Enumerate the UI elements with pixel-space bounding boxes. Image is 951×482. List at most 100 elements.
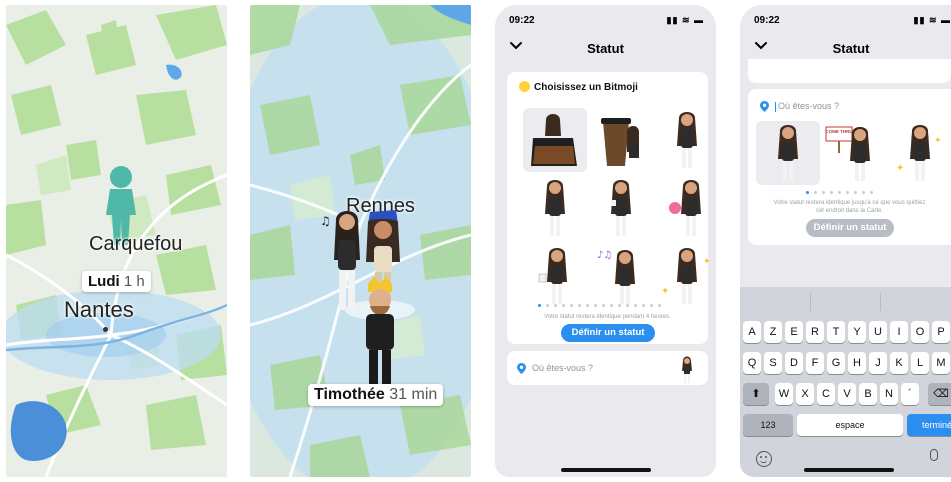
key-y[interactable]: Y: [848, 321, 866, 343]
bitmoji-option[interactable]: ✦ ✦: [655, 244, 716, 308]
bitmoji-sparkle-icon: ✦ ✦: [896, 125, 942, 181]
key-v[interactable]: V: [838, 383, 856, 405]
map-panel-nantes[interactable]: Carquefou Nantes Ludi 1 h: [6, 5, 227, 477]
status-screen-picker: 09:22 ▮▮ ≋ ▬ Statut Choisissez un Bitmoj…: [495, 5, 716, 477]
bitmoji-option[interactable]: [655, 176, 716, 240]
key-a[interactable]: A: [743, 321, 761, 343]
page-dot[interactable]: [642, 304, 645, 307]
home-indicator[interactable]: [561, 468, 651, 472]
page-dot[interactable]: [586, 304, 589, 307]
key-g[interactable]: G: [827, 352, 845, 374]
key-u[interactable]: U: [869, 321, 887, 343]
location-pin-icon: [517, 363, 526, 375]
page-dot[interactable]: [610, 304, 613, 307]
page-dot[interactable]: [846, 191, 849, 194]
page-dot[interactable]: [538, 304, 541, 307]
page-dot[interactable]: [650, 304, 653, 307]
page-dot[interactable]: [594, 304, 597, 307]
key-m[interactable]: M: [932, 352, 950, 374]
key-´[interactable]: ´: [901, 383, 919, 405]
key-f[interactable]: F: [806, 352, 824, 374]
page-dot[interactable]: [618, 304, 621, 307]
backspace-key[interactable]: ⌫: [928, 383, 951, 405]
location-card[interactable]: Où êtes-vous ?: [507, 351, 708, 385]
bitmoji-option[interactable]: [523, 244, 587, 308]
key-w[interactable]: W: [775, 383, 793, 405]
page-dot[interactable]: [570, 304, 573, 307]
map-panel-rennes[interactable]: Rennes ♫ Timothée 31 min: [250, 5, 471, 477]
key-s[interactable]: S: [764, 352, 782, 374]
bitmoji-option[interactable]: ✦ ✦: [888, 121, 951, 185]
key-l[interactable]: L: [911, 352, 929, 374]
bitmoji-option[interactable]: [589, 176, 653, 240]
key-r[interactable]: R: [806, 321, 824, 343]
page-dot[interactable]: [546, 304, 549, 307]
page-dot[interactable]: [806, 191, 809, 194]
friend-tag[interactable]: Timothée 31 min: [308, 384, 444, 406]
set-status-button[interactable]: Définir un statut: [806, 219, 894, 237]
home-indicator[interactable]: [804, 468, 894, 472]
key-c[interactable]: C: [817, 383, 835, 405]
city-label-carquefou: Carquefou: [89, 233, 183, 255]
page-dot[interactable]: [562, 304, 565, 307]
page-dot[interactable]: [814, 191, 817, 194]
bitmoji-option[interactable]: ♪♫: [589, 244, 653, 308]
key-h[interactable]: H: [848, 352, 866, 374]
page-dot[interactable]: [854, 191, 857, 194]
key-t[interactable]: T: [827, 321, 845, 343]
page-dot[interactable]: [830, 191, 833, 194]
key-b[interactable]: B: [859, 383, 877, 405]
bitmoji-option-selected[interactable]: [756, 121, 820, 185]
page-dot[interactable]: [658, 304, 661, 307]
bitmoji-option[interactable]: [523, 176, 587, 240]
page-dot[interactable]: [554, 304, 557, 307]
space-key[interactable]: espace: [797, 414, 903, 436]
page-dot[interactable]: [602, 304, 605, 307]
bitmoji-option[interactable]: [655, 108, 716, 172]
location-input[interactable]: Où êtes-vous ?: [760, 101, 839, 113]
bitmoji-heart-mug-icon: [669, 180, 701, 236]
key-n[interactable]: N: [880, 383, 898, 405]
status-screen-location: 09:22 ▮▮ ≋ ▬ Statut Où êtes-vous ? COME …: [740, 5, 951, 477]
friend-tag[interactable]: Ludi 1 h: [82, 271, 151, 292]
page-dot[interactable]: [626, 304, 629, 307]
svg-text:♫: ♫: [320, 214, 331, 228]
emoji-icon[interactable]: [756, 451, 772, 467]
page-dot[interactable]: [822, 191, 825, 194]
done-key[interactable]: terminé: [907, 414, 951, 436]
microphone-icon[interactable]: [930, 449, 938, 461]
key-z[interactable]: Z: [764, 321, 782, 343]
svg-text:✦: ✦: [896, 163, 904, 174]
city-dot: [103, 327, 108, 332]
key-e[interactable]: E: [785, 321, 803, 343]
clock: 09:22: [754, 15, 780, 26]
page-dot[interactable]: [578, 304, 581, 307]
bitmoji-coffee-pot-icon: [531, 114, 577, 166]
svg-text:✦: ✦: [703, 257, 711, 267]
key-x[interactable]: X: [796, 383, 814, 405]
key-o[interactable]: O: [911, 321, 929, 343]
page-dot[interactable]: [634, 304, 637, 307]
key-q[interactable]: Q: [743, 352, 761, 374]
key-p[interactable]: P: [932, 321, 950, 343]
bitmoji-option-selected[interactable]: [523, 108, 587, 172]
key-d[interactable]: D: [785, 352, 803, 374]
bitmoji-option[interactable]: COME THRU: [822, 121, 886, 185]
nav-bar: Statut: [740, 35, 951, 61]
bitmoji-mug-icon: [538, 248, 567, 304]
page-dot[interactable]: [870, 191, 873, 194]
bitmoji-option[interactable]: [589, 108, 653, 172]
set-status-button[interactable]: Définir un statut: [561, 324, 655, 342]
bitmoji-group[interactable]: ♫: [318, 200, 438, 390]
bitmoji-sparkle-icon: ✦ ✦: [661, 248, 711, 304]
bitmoji-standing-icon: [677, 112, 697, 168]
key-i[interactable]: I: [890, 321, 908, 343]
page-dot[interactable]: [862, 191, 865, 194]
location-row[interactable]: Où êtes-vous ?: [517, 363, 593, 375]
key-j[interactable]: J: [869, 352, 887, 374]
numbers-key[interactable]: 123: [743, 414, 793, 436]
shift-key[interactable]: ⬆: [743, 383, 769, 405]
key-k[interactable]: K: [890, 352, 908, 374]
page-dot[interactable]: [838, 191, 841, 194]
svg-text:✦: ✦: [661, 286, 669, 297]
